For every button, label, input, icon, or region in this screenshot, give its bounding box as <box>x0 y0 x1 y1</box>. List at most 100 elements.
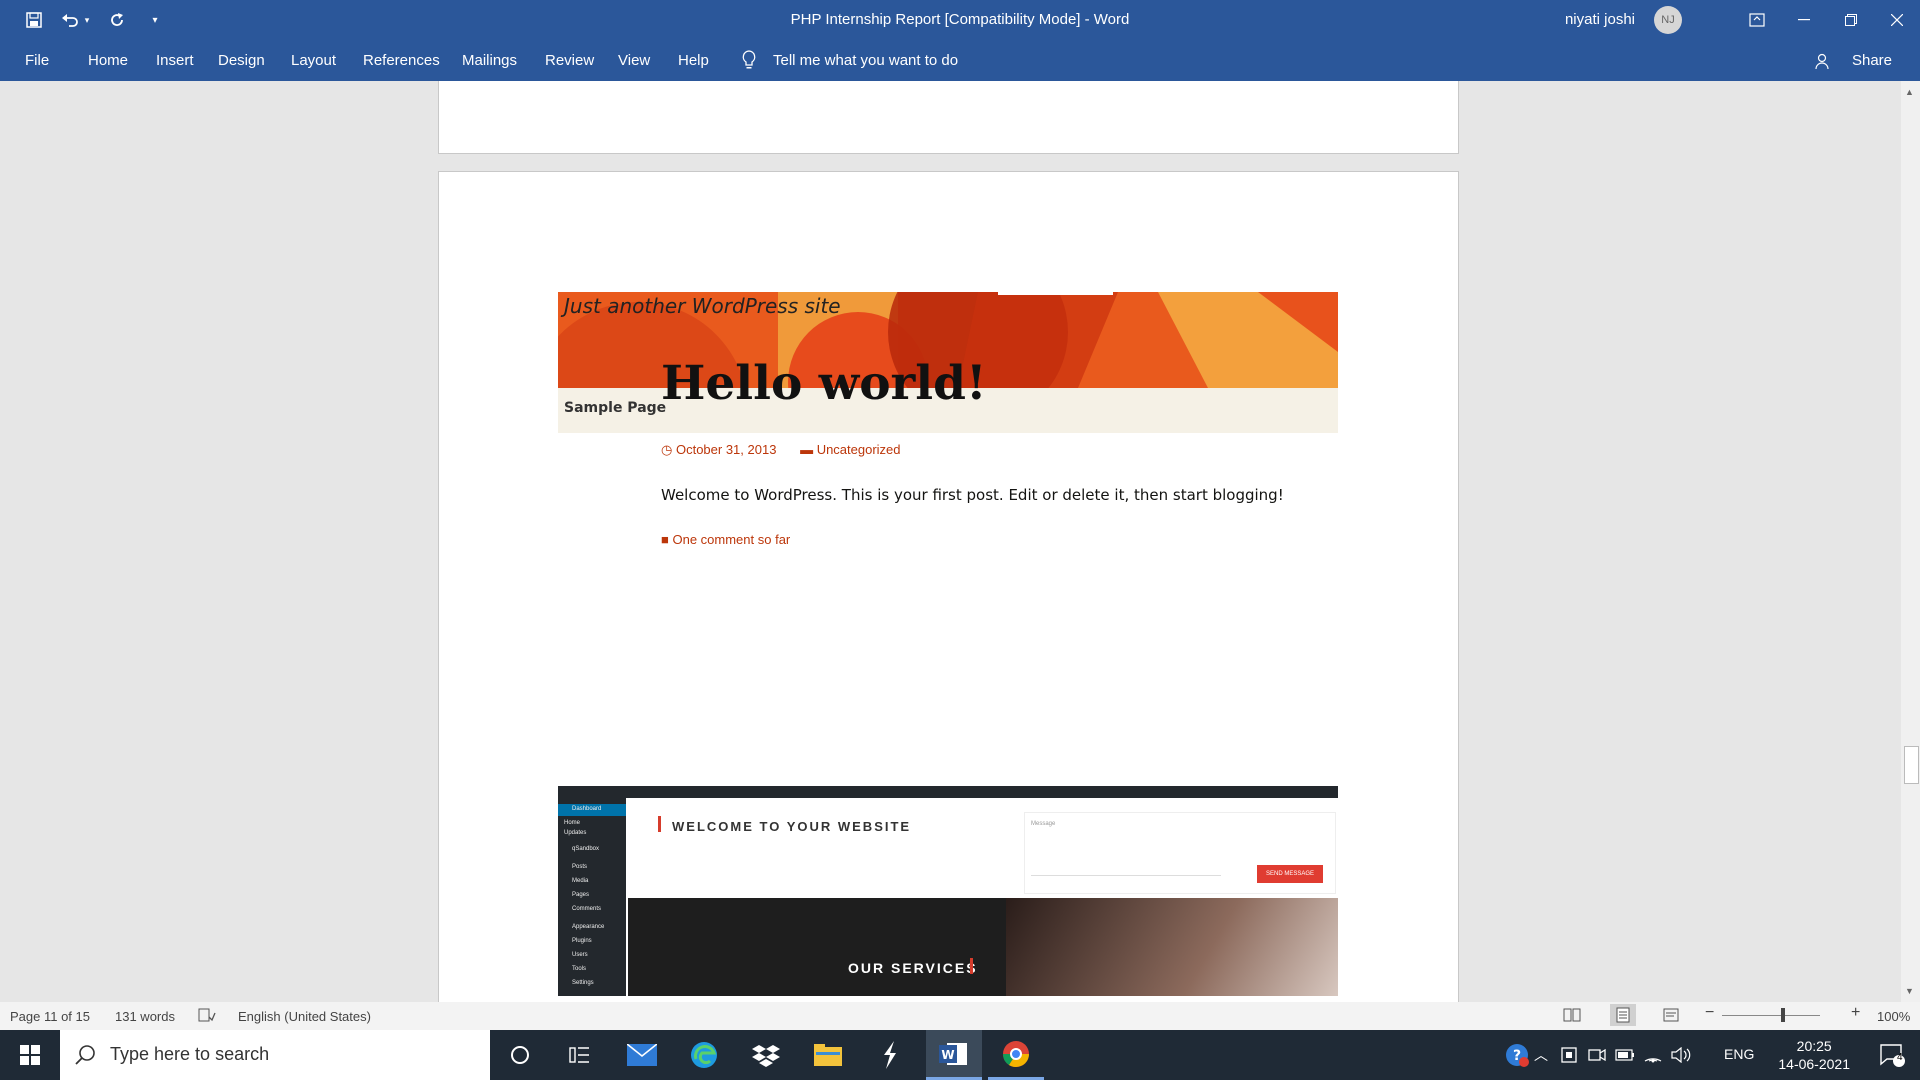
wp-post-meta: ◷ October 31, 2013 ▬ Uncategorized <box>661 442 901 458</box>
user-name[interactable]: niyati joshi <box>1565 11 1635 28</box>
wp-post-date[interactable]: October 31, 2013 <box>676 442 776 457</box>
taskbar-clock[interactable]: 20:25 14-06-2021 <box>1778 1037 1850 1073</box>
comment-icon: ■ <box>661 532 669 547</box>
tab-insert[interactable]: Insert <box>156 52 194 69</box>
web-layout-icon[interactable] <box>1663 1007 1681 1026</box>
sublime-app-icon[interactable] <box>862 1030 918 1080</box>
chrome-icon[interactable] <box>988 1030 1044 1080</box>
dash-menu-plugins: Plugins <box>572 938 592 944</box>
language-status[interactable]: English (United States) <box>238 1009 371 1024</box>
print-layout-icon[interactable] <box>1610 1004 1636 1026</box>
scroll-thumb[interactable] <box>1904 746 1919 784</box>
tab-layout[interactable]: Layout <box>291 52 336 69</box>
dash-menu-tools: Tools <box>572 966 587 972</box>
wp-nav-sample-page[interactable]: Sample Page <box>564 400 666 416</box>
dash-form-line <box>1031 875 1221 876</box>
tray-app-icon[interactable] <box>1555 1030 1583 1080</box>
clock-icon: ◷ <box>661 442 673 457</box>
meet-now-icon[interactable] <box>1583 1030 1611 1080</box>
document-canvas[interactable]: Just another WordPress site Sample Page … <box>0 81 1901 1002</box>
tab-file[interactable]: File <box>25 52 49 69</box>
search-icon <box>74 1044 96 1071</box>
tab-references[interactable]: References <box>363 52 440 69</box>
tell-me-search[interactable]: Tell me what you want to do <box>773 52 958 69</box>
read-mode-icon[interactable] <box>1563 1007 1581 1026</box>
wp-comment-link[interactable]: ■ One comment so far <box>661 532 790 547</box>
wp-comment-text[interactable]: One comment so far <box>672 532 790 547</box>
search-placeholder: Type here to search <box>110 1044 270 1064</box>
word-count[interactable]: 131 words <box>115 1009 175 1024</box>
wp-post-category[interactable]: Uncategorized <box>817 442 901 457</box>
dash-send-button: SEND MESSAGE <box>1257 865 1323 883</box>
restore-icon[interactable] <box>1828 0 1874 40</box>
tab-design[interactable]: Design <box>218 52 265 69</box>
wp-tagline: Just another WordPress site <box>564 294 841 318</box>
dash-admin-bar <box>558 786 1338 798</box>
edge-icon[interactable] <box>676 1030 732 1080</box>
notification-center-icon[interactable]: 4 <box>1868 1030 1916 1080</box>
tab-home[interactable]: Home <box>88 52 128 69</box>
scroll-down-icon[interactable]: ▼ <box>1905 986 1914 996</box>
previous-page[interactable] <box>439 81 1458 153</box>
dash-menu-dashboard: Dashboard <box>572 806 602 812</box>
scroll-up-icon[interactable]: ▲ <box>1905 87 1914 97</box>
show-hidden-icons-icon[interactable]: ︿ <box>1527 1030 1555 1080</box>
zoom-in-icon[interactable]: + <box>1851 1004 1860 1022</box>
dashboard-screenshot-image[interactable]: Dashboard Home Updates qSandbox Posts Me… <box>558 786 1338 996</box>
current-page[interactable]: Just another WordPress site Sample Page … <box>439 172 1458 1002</box>
wp-post-body: Welcome to WordPress. This is your first… <box>661 486 1284 504</box>
wp-post-title: Hello world! <box>661 356 987 411</box>
cortana-icon[interactable] <box>492 1030 548 1080</box>
zoom-level[interactable]: 100% <box>1877 1009 1910 1024</box>
lightbulb-icon[interactable] <box>742 50 756 75</box>
dash-menu-qsandbox: qSandbox <box>572 846 600 852</box>
title-bar: ▾ ▾ PHP Internship Report [Compatibility… <box>0 0 1920 40</box>
dash-menu-media: Media <box>572 878 589 884</box>
tab-mailings[interactable]: Mailings <box>462 52 517 69</box>
proofing-icon[interactable] <box>198 1007 216 1026</box>
dash-menu-pages: Pages <box>572 892 590 898</box>
taskbar-search-box[interactable]: Type here to search <box>60 1030 490 1080</box>
zoom-out-icon[interactable]: − <box>1705 1004 1714 1022</box>
zoom-slider-thumb[interactable] <box>1781 1008 1785 1022</box>
ribbon-display-options-icon[interactable] <box>1734 0 1780 40</box>
dash-menu-users: Users <box>572 952 588 958</box>
mail-icon[interactable] <box>614 1030 670 1080</box>
close-icon[interactable] <box>1874 0 1920 40</box>
tab-view[interactable]: View <box>618 52 650 69</box>
clock-time: 20:25 <box>1796 1038 1832 1054</box>
dash-services-section: OUR SERVICES <box>628 898 1338 996</box>
volume-icon[interactable] <box>1667 1030 1695 1080</box>
input-language[interactable]: ENG <box>1724 1046 1754 1062</box>
status-bar: Page 11 of 15 131 words English (United … <box>0 1002 1920 1030</box>
folder-icon: ▬ <box>800 442 814 457</box>
share-button[interactable]: Share <box>1852 52 1892 69</box>
dash-menu-home: Home <box>564 820 581 826</box>
dropbox-icon[interactable] <box>738 1030 794 1080</box>
tab-help[interactable]: Help <box>678 52 709 69</box>
avatar[interactable]: NJ <box>1654 6 1682 34</box>
zoom-slider[interactable] <box>1722 1015 1820 1016</box>
windows-start-icon[interactable] <box>2 1030 58 1080</box>
dash-menu-comments: Comments <box>572 906 602 912</box>
dash-menu-posts: Posts <box>572 864 588 870</box>
windows-taskbar: Type here to search W ? ︿ ENG 20:25 14-0… <box>0 1030 1920 1080</box>
minimize-icon[interactable] <box>1781 0 1827 40</box>
task-view-icon[interactable] <box>552 1030 608 1080</box>
dash-services-photo <box>1006 898 1338 996</box>
vertical-scrollbar[interactable]: ▲ ▼ <box>1901 81 1920 1002</box>
clock-date: 14-06-2021 <box>1778 1056 1850 1072</box>
wifi-icon[interactable] <box>1639 1030 1667 1080</box>
dash-message-placeholder: Message <box>1031 821 1056 827</box>
battery-icon[interactable] <box>1611 1030 1639 1080</box>
dash-menu-settings: Settings <box>572 980 594 986</box>
tab-review[interactable]: Review <box>545 52 594 69</box>
dash-sidebar: Dashboard Home Updates qSandbox Posts Me… <box>558 798 626 996</box>
share-person-icon[interactable] <box>1814 53 1830 74</box>
dash-welcome-heading: WELCOME TO YOUR WEBSITE <box>672 819 912 834</box>
page-count[interactable]: Page 11 of 15 <box>10 1009 90 1024</box>
file-explorer-icon[interactable] <box>800 1030 856 1080</box>
dash-services-heading: OUR SERVICES <box>848 960 978 976</box>
dash-services-accent <box>970 958 973 974</box>
word-taskbar-icon[interactable]: W <box>926 1030 982 1080</box>
